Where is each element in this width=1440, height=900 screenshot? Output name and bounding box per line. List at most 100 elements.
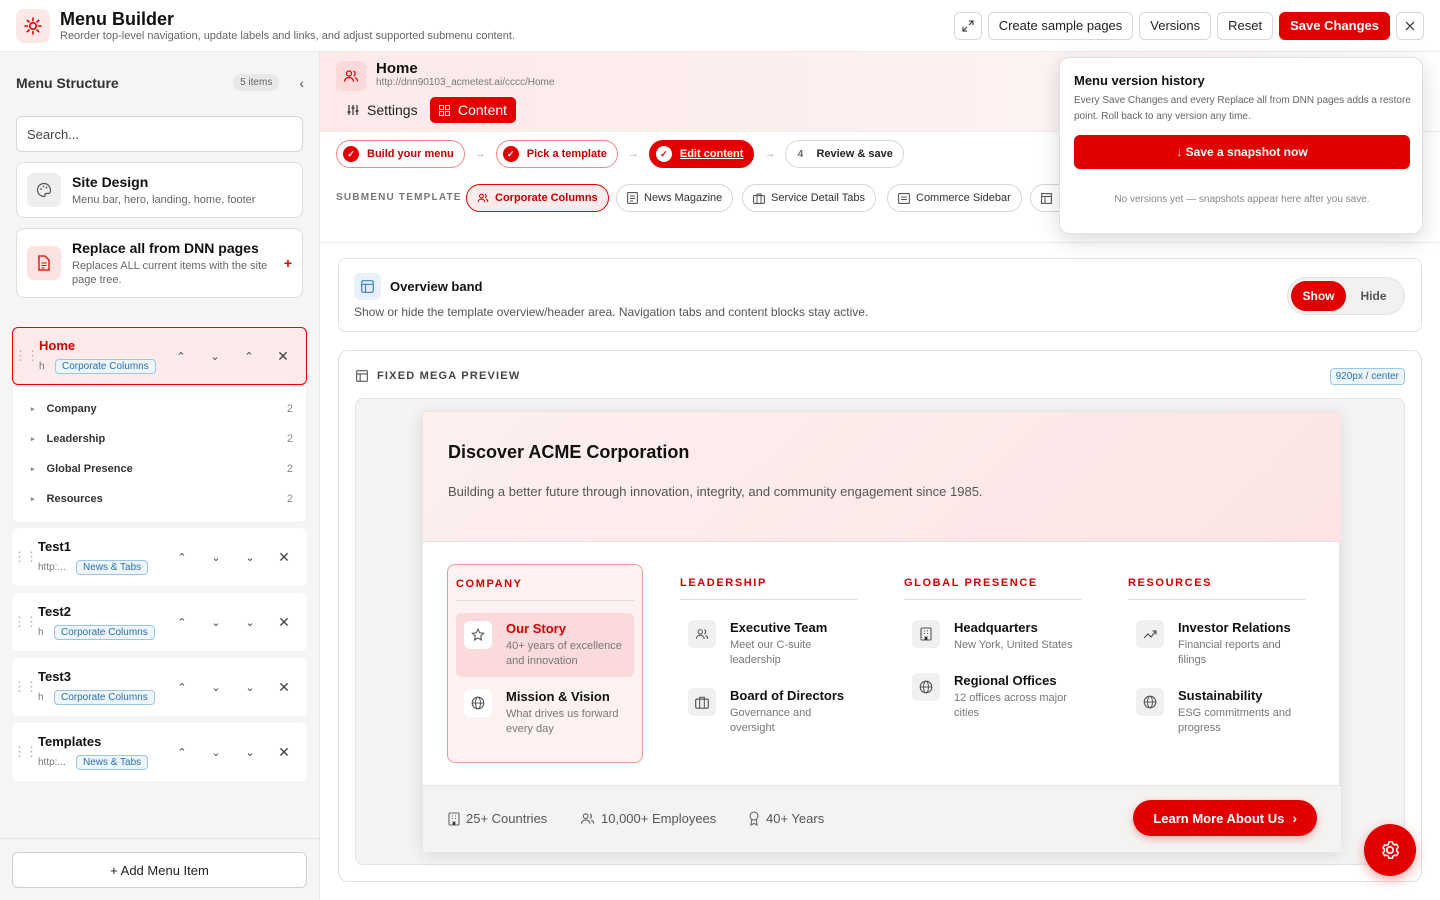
tab-settings-label: Settings <box>367 102 418 118</box>
menu-builder-logo-icon <box>16 8 50 43</box>
tab-settings[interactable]: Settings <box>338 97 427 123</box>
menu-item-templates[interactable]: ⋮⋮ Templates http:... News & Tabs ⌃ ⌄ ⌄ ✕ <box>12 723 307 781</box>
chevron-up-icon[interactable]: ⌃ <box>165 551 199 564</box>
remove-icon[interactable]: ✕ <box>267 679 301 696</box>
award-icon <box>749 811 759 826</box>
mega-overview: Discover ACME Corporation Building a bet… <box>423 412 1341 542</box>
remove-icon[interactable]: ✕ <box>267 549 301 566</box>
popover-desc: Every Save Changes and every Replace all… <box>1074 95 1411 122</box>
tab-content-label: Content <box>458 102 508 118</box>
stat-employees: 10,000+ Employees <box>580 811 716 826</box>
search-input[interactable] <box>16 116 303 152</box>
grid-icon <box>439 104 450 116</box>
drag-handle-icon[interactable]: ⋮⋮ <box>12 679 38 695</box>
link-investor-relations[interactable]: Investor Relations Financial reports and … <box>1128 612 1306 676</box>
site-design-card[interactable]: Site Design Menu bar, hero, landing, hom… <box>16 162 303 218</box>
template-tag: Corporate Columns <box>55 359 156 374</box>
chevron-down-icon[interactable]: ⌄ <box>199 551 233 564</box>
template-news-magazine[interactable]: News Magazine <box>616 184 734 212</box>
template-tag: News & Tabs <box>76 755 149 770</box>
popover-title: Menu version history <box>1074 73 1205 88</box>
drag-handle-icon[interactable]: ⋮⋮ <box>12 614 38 630</box>
template-service-detail-tabs[interactable]: Service Detail Tabs <box>742 184 876 212</box>
arrow-right-icon: → <box>764 148 776 160</box>
chevron-up-icon[interactable]: ⌃ <box>165 681 199 694</box>
remove-icon[interactable]: ✕ <box>267 614 301 631</box>
save-changes-button[interactable]: Save Changes <box>1279 11 1390 40</box>
check-icon: ✓ <box>655 146 672 162</box>
chevron-up-icon[interactable]: ⌃ <box>165 746 199 759</box>
column-heading: GLOBAL PRESENCE <box>904 577 1082 600</box>
globe-icon <box>1136 688 1164 716</box>
menu-item-test3[interactable]: ⋮⋮ Test3 h Corporate Columns ⌃ ⌄ ⌄ ✕ <box>12 658 307 716</box>
menu-item-url: http:... <box>38 757 66 768</box>
replace-from-dnn-card[interactable]: Replace all from DNN pages Replaces ALL … <box>16 228 303 298</box>
remove-icon[interactable]: ✕ <box>266 348 300 365</box>
drag-handle-icon[interactable]: ⋮⋮ <box>13 348 39 364</box>
chevron-up-icon[interactable]: ⌃ <box>165 616 199 629</box>
submenu-template-label: SUBMENU TEMPLATE <box>336 192 462 203</box>
step-pick-template[interactable]: ✓ Pick a template <box>495 140 618 168</box>
plus-icon: + <box>283 255 292 271</box>
menu-item-test1[interactable]: ⋮⋮ Test1 http:... News & Tabs ⌃ ⌄ ⌄ ✕ <box>12 528 307 586</box>
close-icon <box>1405 21 1415 30</box>
stat-years: 40+ Years <box>748 811 824 826</box>
link-executive-team[interactable]: Executive Team Meet our C-suite leadershi… <box>680 612 858 676</box>
expand-button[interactable] <box>953 11 982 40</box>
save-snapshot-button[interactable]: ↓ Save a snapshot now <box>1074 135 1410 169</box>
drag-handle-icon[interactable]: ⋮⋮ <box>12 549 38 565</box>
template-corporate-columns[interactable]: Corporate Columns <box>466 184 609 212</box>
chevron-up-icon[interactable]: ⌃ <box>232 350 266 363</box>
menu-item-url: h <box>38 692 44 703</box>
submenu-item[interactable]: ▸ Leadership 2 <box>31 433 293 445</box>
remove-icon[interactable]: ✕ <box>267 744 301 761</box>
overview-toggle: Show Hide <box>1287 277 1405 315</box>
submenu-item[interactable]: ▸ Global Presence 2 <box>31 463 293 475</box>
users-icon <box>336 61 366 91</box>
chevron-down-icon[interactable]: ⌄ <box>233 616 267 629</box>
chevron-down-icon[interactable]: ⌄ <box>233 551 267 564</box>
tab-content[interactable]: Content <box>430 97 517 123</box>
submenu-item[interactable]: ▸ Company 2 <box>31 403 293 415</box>
chevron-down-icon[interactable]: ⌄ <box>199 681 233 694</box>
mega-heading: Discover ACME Corporation <box>448 442 690 462</box>
link-mission-vision[interactable]: Mission & Vision What drives us forward e… <box>456 681 634 745</box>
chevron-down-icon[interactable]: ⌄ <box>199 616 233 629</box>
menu-item-url: http:... <box>38 562 66 573</box>
caret-right-icon: ▸ <box>31 406 35 413</box>
link-our-story[interactable]: Our Story 40+ years of excellence and inn… <box>456 613 634 677</box>
create-sample-pages-button[interactable]: Create sample pages <box>987 11 1134 40</box>
template-commerce-sidebar[interactable]: Commerce Sidebar <box>887 184 1022 212</box>
drag-handle-icon[interactable]: ⋮⋮ <box>12 744 38 760</box>
hide-option[interactable]: Hide <box>1346 281 1401 311</box>
reset-button[interactable]: Reset <box>1217 11 1274 40</box>
show-option[interactable]: Show <box>1291 281 1346 311</box>
add-menu-item-button[interactable]: + Add Menu Item <box>12 852 307 888</box>
link-regional-offices[interactable]: Regional Offices 12 offices across major … <box>904 665 1082 729</box>
version-history-popover: Menu version history Every Save Changes … <box>1059 57 1423 234</box>
close-button[interactable] <box>1396 11 1424 40</box>
mega-menu: Discover ACME Corporation Building a bet… <box>422 411 1341 852</box>
step-review-save[interactable]: 4 Review & save <box>785 140 904 168</box>
link-board-of-directors[interactable]: Board of Directors Governance and oversig… <box>680 680 858 744</box>
menu-item-test2[interactable]: ⋮⋮ Test2 h Corporate Columns ⌃ ⌄ ⌄ ✕ <box>12 593 307 651</box>
sidebar: Menu Structure 5 items ‹ Site Design Men… <box>0 52 320 900</box>
chevron-down-icon[interactable]: ⌄ <box>233 681 267 694</box>
chevron-down-icon[interactable]: ⌄ <box>233 746 267 759</box>
replace-desc: Replaces ALL current items with the site… <box>72 259 268 286</box>
submenu-item[interactable]: ▸ Resources 2 <box>31 493 293 505</box>
collapse-sidebar-icon[interactable]: ‹ <box>299 75 304 91</box>
settings-fab-button[interactable] <box>1364 824 1416 876</box>
chevron-up-icon[interactable]: ⌃ <box>164 350 198 363</box>
step-build-menu[interactable]: ✓ Build your menu <box>336 140 465 168</box>
link-headquarters[interactable]: Headquarters New York, United States <box>904 612 1082 661</box>
column-leadership: LEADERSHIP Executive Team Meet our C-suit… <box>680 577 858 748</box>
link-sustainability[interactable]: Sustainability ESG commitments and progre… <box>1128 680 1306 744</box>
learn-more-button[interactable]: Learn More About Us › <box>1133 800 1317 836</box>
chevron-down-icon[interactable]: ⌄ <box>198 350 232 363</box>
chevron-down-icon[interactable]: ⌄ <box>199 746 233 759</box>
menu-item-home[interactable]: ⋮⋮ Home h Corporate Columns ⌃ ⌄ ⌃ ✕ <box>12 327 307 385</box>
versions-button[interactable]: Versions <box>1139 11 1212 40</box>
step-edit-content[interactable]: ✓ Edit content <box>648 140 755 168</box>
home-submenu-list: ▸ Company 2 ▸ Leadership 2 ▸ Global Presence 2… <box>12 386 307 523</box>
